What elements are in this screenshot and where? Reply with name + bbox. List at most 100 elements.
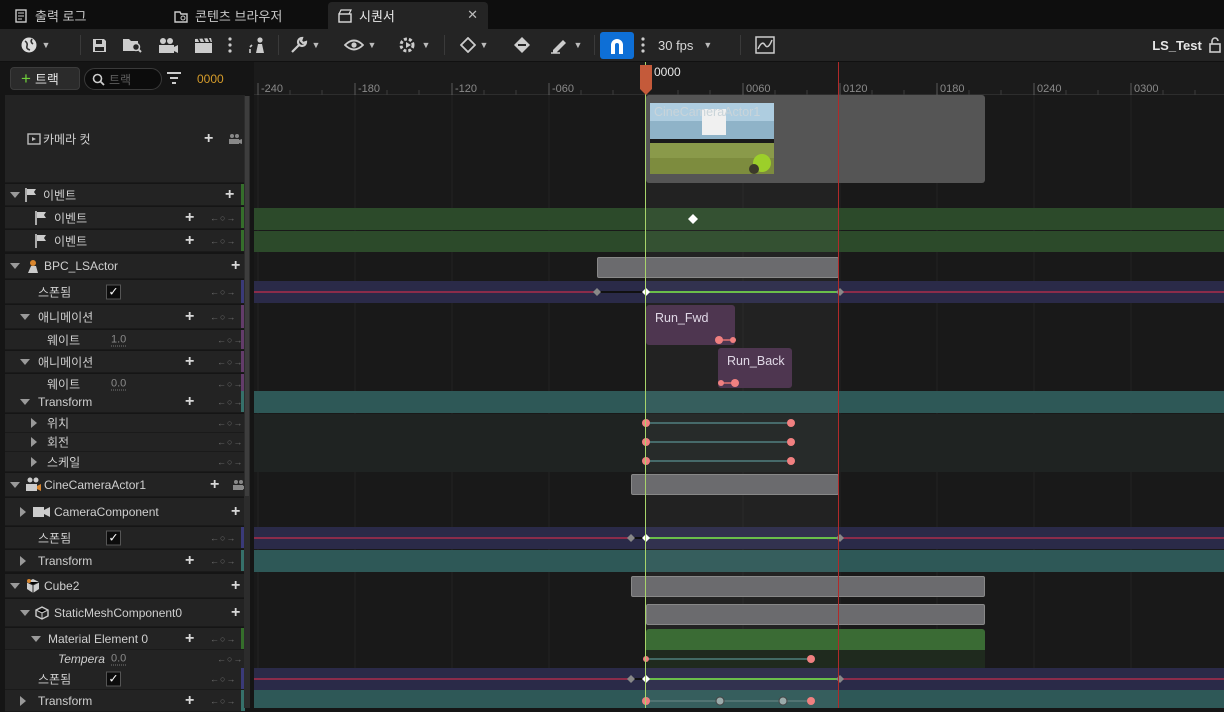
spawned-checkbox[interactable]: ✓ (106, 530, 121, 545)
track-row-temperature[interactable]: Tempera 0.0 ←○→ (5, 650, 245, 669)
auto-key-button[interactable] (510, 34, 534, 56)
more-options-button[interactable] (224, 34, 236, 56)
key-navigation-icon[interactable]: ←○→ (210, 634, 236, 644)
track-row-camera-cut[interactable]: 카메라 컷 + (5, 95, 245, 183)
lock-button[interactable] (1208, 34, 1224, 56)
key-navigation-icon[interactable]: ←○→ (217, 397, 243, 407)
expand-arrow-icon[interactable] (20, 398, 30, 405)
spawned-checkbox[interactable]: ✓ (106, 284, 121, 299)
filter-button[interactable] (167, 72, 181, 87)
world-menu-button[interactable]: ▼ (16, 34, 54, 56)
add-plus-icon[interactable]: + (210, 476, 219, 493)
cube-section-bar[interactable] (631, 576, 985, 597)
add-plus-icon[interactable]: + (185, 692, 194, 709)
track-row-animation-2[interactable]: 애니메이션 + ←○→ (5, 351, 245, 373)
camera-cut-section[interactable]: CineCameraActor1 (646, 95, 985, 183)
add-plus-icon[interactable]: + (231, 503, 240, 520)
track-row-material-element-0[interactable]: Material Element 0 + ←○→ (5, 628, 245, 650)
tab-sequencer[interactable]: 시퀀서 ✕ (328, 2, 488, 29)
camera-section-bar[interactable] (631, 474, 839, 495)
add-plus-icon[interactable]: + (185, 232, 194, 249)
expand-arrow-icon[interactable] (31, 456, 37, 467)
expand-arrow-icon[interactable] (31, 635, 41, 642)
spawned-checkbox[interactable]: ✓ (106, 671, 121, 686)
track-row-spawned-2[interactable]: 스폰됨 ✓ ←○→ (5, 527, 245, 549)
render-movie-button[interactable] (156, 34, 180, 56)
track-row-transform-3[interactable]: Transform + ←○→ (5, 690, 245, 712)
snap-toggle-button[interactable] (600, 32, 634, 59)
add-plus-icon[interactable]: + (185, 353, 194, 370)
track-row-transform[interactable]: Transform + ←○→ (5, 391, 245, 413)
key-navigation-icon[interactable]: ←○→ (217, 457, 243, 467)
weight-value[interactable]: 0.0 (111, 377, 127, 390)
key-navigation-icon[interactable]: ←○→ (210, 312, 236, 322)
add-plus-icon[interactable]: + (231, 577, 240, 594)
current-time-display[interactable]: 0000 (197, 72, 224, 86)
key-navigation-icon[interactable]: ←○→ (210, 674, 236, 684)
expand-arrow-icon[interactable] (10, 582, 20, 589)
track-row-event-1[interactable]: 이벤트 + ←○→ (5, 207, 245, 229)
expand-arrow-icon[interactable] (20, 695, 26, 706)
key-navigation-icon[interactable]: ←○→ (210, 556, 236, 566)
add-plus-icon[interactable]: + (185, 209, 194, 226)
scrollbar-thumb[interactable] (245, 96, 249, 496)
key-navigation-icon[interactable]: ←○→ (210, 533, 236, 543)
playhead-handle[interactable] (640, 65, 652, 95)
tab-content-browser[interactable]: 콘텐츠 브라우저 (164, 2, 328, 29)
timeline-area[interactable]: -240 -180 -120 -060 0060 0120 0180 0240 … (254, 62, 1224, 708)
track-search-input[interactable]: 트랙 (84, 68, 162, 90)
playback-end-marker[interactable] (838, 62, 839, 708)
key-navigation-icon[interactable]: ←○→ (210, 236, 236, 246)
weight-value[interactable]: 1.0 (111, 333, 127, 346)
save-button[interactable] (88, 34, 110, 56)
key-navigation-icon[interactable]: ←○→ (217, 379, 243, 389)
key-navigation-icon[interactable]: ←○→ (217, 654, 243, 664)
add-plus-icon[interactable]: + (225, 186, 234, 203)
parameter-value[interactable]: 0.0 (111, 653, 127, 666)
track-row-staticmeshcomponent0[interactable]: StaticMeshComponent0 + (5, 599, 245, 627)
track-row-event-2[interactable]: 이벤트 + ←○→ (5, 230, 245, 252)
frame-rate-dropdown[interactable]: 30 fps ▼ (658, 34, 728, 56)
expand-arrow-icon[interactable] (10, 481, 20, 488)
track-row-spawned[interactable]: 스폰됨 ✓ ←○→ (5, 280, 245, 304)
expand-arrow-icon[interactable] (31, 437, 37, 447)
actor-to-sequencer-button[interactable] (246, 34, 270, 56)
event-key[interactable] (688, 214, 698, 224)
track-row-cameracomponent[interactable]: CameraComponent + (5, 498, 245, 526)
key-navigation-icon[interactable]: ←○→ (217, 357, 243, 367)
track-row-animation-1[interactable]: 애니메이션 + ←○→ (5, 305, 245, 329)
track-row-events[interactable]: 이벤트 + (5, 184, 245, 206)
key-navigation-icon[interactable]: ←○→ (210, 287, 236, 297)
expand-arrow-icon[interactable] (20, 555, 26, 566)
add-plus-icon[interactable]: + (185, 308, 194, 325)
track-row-location[interactable]: 위치 ←○→ (5, 414, 245, 433)
edit-mode-button[interactable]: ▼ (546, 34, 586, 56)
add-plus-icon[interactable]: + (185, 552, 194, 569)
add-plus-icon[interactable]: + (185, 393, 194, 410)
add-plus-icon[interactable]: + (204, 130, 213, 147)
view-options-button[interactable]: ▼ (340, 34, 380, 56)
mesh-component-section-bar[interactable] (646, 604, 985, 625)
close-tab-icon[interactable]: ✕ (467, 7, 478, 23)
time-ruler[interactable]: -240 -180 -120 -060 0060 0120 0180 0240 … (254, 62, 1224, 95)
tools-menu-button[interactable]: ▼ (286, 34, 324, 56)
expand-arrow-icon[interactable] (10, 263, 20, 269)
key-navigation-icon[interactable]: ←○→ (217, 437, 243, 447)
snap-options-button[interactable] (638, 34, 648, 56)
add-track-button[interactable]: + 트랙 (10, 67, 80, 90)
track-row-bpc-lsactor[interactable]: BPC_LSActor + (5, 254, 245, 279)
playback-options-button[interactable]: ▼ (394, 34, 434, 56)
expand-arrow-icon[interactable] (20, 506, 26, 517)
material-section-bar[interactable] (646, 629, 985, 651)
add-plus-icon[interactable]: + (231, 604, 240, 621)
expand-arrow-icon[interactable] (10, 191, 20, 198)
expand-arrow-icon[interactable] (20, 313, 30, 320)
camera-icon[interactable] (228, 133, 242, 145)
curve-editor-button[interactable] (752, 34, 778, 56)
actor-section-bar[interactable] (597, 257, 839, 278)
expand-arrow-icon[interactable] (20, 609, 30, 616)
expand-arrow-icon[interactable] (20, 358, 30, 365)
key-navigation-icon[interactable]: ←○→ (210, 696, 236, 706)
track-row-spawned-3[interactable]: 스폰됨 ✓ ←○→ (5, 668, 245, 690)
key-navigation-icon[interactable]: ←○→ (217, 335, 243, 345)
